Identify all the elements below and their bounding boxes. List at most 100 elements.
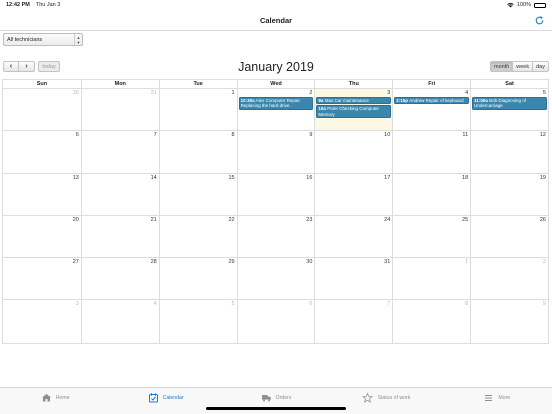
refresh-icon[interactable] (534, 15, 545, 26)
day-cell[interactable]: 29 (158, 258, 237, 300)
day-cell[interactable]: 9 (470, 300, 548, 343)
day-cell[interactable]: 16 (236, 173, 315, 215)
calendar-event[interactable]: 10a Peter Checking Computer Memory (316, 105, 392, 119)
day-number: 26 (539, 216, 546, 223)
weekday-label: Fri (392, 80, 470, 89)
day-number: 16 (306, 174, 313, 181)
month-calendar: Sun Mon Tue Wed Thu Fri Sat 30 31 1 2 10:30a Alex … (2, 79, 549, 344)
day-cell[interactable]: 3 9a Max Car maintenance 10a Peter Checkin… (314, 89, 393, 131)
day-cell[interactable]: 26 (470, 215, 548, 258)
day-number: 6 (75, 132, 79, 139)
weekday-header: Sun Mon Tue Wed Thu Fri Sat (3, 80, 548, 89)
day-cell[interactable]: 2 10:30a Alex Computer Repair. Replacing … (236, 89, 315, 131)
nav-bar: Calendar (0, 10, 552, 31)
day-number: 28 (150, 259, 157, 266)
tab-status-of-work[interactable]: Status of work (331, 388, 441, 414)
day-cell[interactable]: 30 (236, 258, 315, 300)
calendar-event[interactable]: 2:15p Andrew Repair of keyboard (394, 97, 470, 105)
day-cell[interactable]: 5 11:00a Bob Diagnosing of Undercarriage (470, 89, 548, 131)
week-row: 6 7 8 9 10 11 12 (3, 131, 548, 174)
prev-month-button[interactable]: ‹ (3, 61, 19, 72)
calendar-event[interactable]: 9a Max Car maintenance (316, 97, 392, 105)
day-cell[interactable]: 19 (470, 173, 548, 215)
day-cell[interactable]: 21 (80, 215, 159, 258)
day-cell[interactable]: 15 (158, 173, 237, 215)
day-number: 20 (72, 216, 79, 223)
day-number: 27 (72, 259, 79, 266)
day-number: 10 (384, 132, 391, 139)
event-time: 2:15p (396, 98, 409, 103)
tab-calendar[interactable]: Calendar (110, 388, 220, 414)
day-cell[interactable]: 18 (392, 173, 470, 215)
event-time: 10:30a (240, 98, 255, 103)
month-title: January 2019 (238, 60, 314, 74)
status-date: Thu Jan 3 (35, 2, 61, 8)
technician-filter-select[interactable]: All technicians ▲ ▼ (3, 33, 83, 46)
day-cell[interactable]: 9 (236, 131, 315, 173)
next-month-button[interactable]: › (19, 61, 35, 72)
calendar-event[interactable]: 10:30a Alex Computer Repair. Replacing t… (238, 97, 314, 110)
day-number: 2 (542, 259, 546, 266)
day-cell[interactable]: 23 (236, 215, 315, 258)
day-cell[interactable]: 3 (3, 300, 81, 342)
today-group: today (38, 61, 60, 72)
day-number: 24 (384, 216, 391, 223)
day-cell[interactable]: 14 (80, 173, 159, 215)
view-day-button[interactable]: day (533, 61, 549, 72)
week-row: 13 14 15 16 17 18 19 (3, 173, 548, 216)
day-cell[interactable]: 7 (314, 300, 392, 343)
day-cell[interactable]: 8 (158, 131, 237, 173)
day-cell[interactable]: 28 (80, 258, 159, 300)
day-cell[interactable]: 27 (3, 258, 81, 299)
day-cell[interactable]: 1 (158, 89, 237, 131)
day-cell[interactable]: 6 (236, 300, 315, 343)
wifi-icon (507, 2, 514, 7)
day-cell[interactable]: 8 (392, 300, 470, 343)
day-number: 8 (465, 301, 469, 308)
day-number: 21 (150, 216, 157, 223)
tab-home[interactable]: Home (0, 388, 110, 414)
day-cell[interactable]: 7 (80, 131, 159, 173)
day-number: 3 (387, 90, 391, 96)
day-cell[interactable]: 5 (158, 300, 237, 343)
view-month-button[interactable]: month (489, 61, 514, 72)
day-cell[interactable]: 22 (158, 215, 237, 258)
day-number: 31 (384, 259, 391, 266)
star-icon (362, 393, 374, 403)
day-number: 30 (306, 259, 313, 266)
week-row: 30 31 1 2 10:30a Alex Computer Repair. Repla… (3, 89, 548, 132)
page-title: Calendar (259, 15, 293, 25)
event-title: Andrew Repair of keyboard (409, 98, 464, 103)
day-cell[interactable]: 13 (3, 174, 81, 215)
event-time: 9a (318, 98, 324, 103)
day-cell[interactable]: 11 (392, 131, 470, 173)
day-cell[interactable]: 6 (3, 131, 81, 172)
day-number: 7 (153, 132, 157, 139)
today-button[interactable]: today (38, 61, 60, 72)
day-cell[interactable]: 31 (314, 258, 392, 300)
calendar-icon (148, 393, 158, 403)
chevron-down-icon: ▲ ▼ (74, 34, 82, 45)
day-number: 4 (153, 301, 157, 308)
battery-percent: 100% (516, 2, 531, 8)
tab-label: Orders (275, 395, 292, 401)
day-cell[interactable]: 1 (392, 258, 470, 300)
day-cell[interactable]: 2 (470, 258, 548, 300)
tab-more[interactable]: More (442, 388, 552, 414)
day-cell[interactable]: 31 (80, 89, 159, 131)
day-cell[interactable]: 4 2:15p Andrew Repair of keyboard (392, 89, 470, 131)
day-cell[interactable]: 4 (80, 300, 159, 343)
day-cell[interactable]: 17 (314, 173, 392, 215)
day-number: 3 (75, 301, 79, 308)
day-cell[interactable]: 30 (3, 89, 81, 130)
day-number: 31 (150, 90, 157, 96)
day-cell[interactable]: 20 (3, 216, 81, 257)
day-cell[interactable]: 24 (314, 215, 392, 258)
day-cell[interactable]: 12 (470, 131, 548, 173)
tab-orders[interactable]: Orders (221, 388, 331, 414)
day-cell[interactable]: 25 (392, 215, 470, 258)
view-week-button[interactable]: week (513, 61, 534, 72)
calendar-event[interactable]: 11:00a Bob Diagnosing of Undercarriage (472, 97, 547, 110)
weekday-label: Tue (158, 80, 237, 89)
day-cell[interactable]: 10 (314, 131, 392, 173)
